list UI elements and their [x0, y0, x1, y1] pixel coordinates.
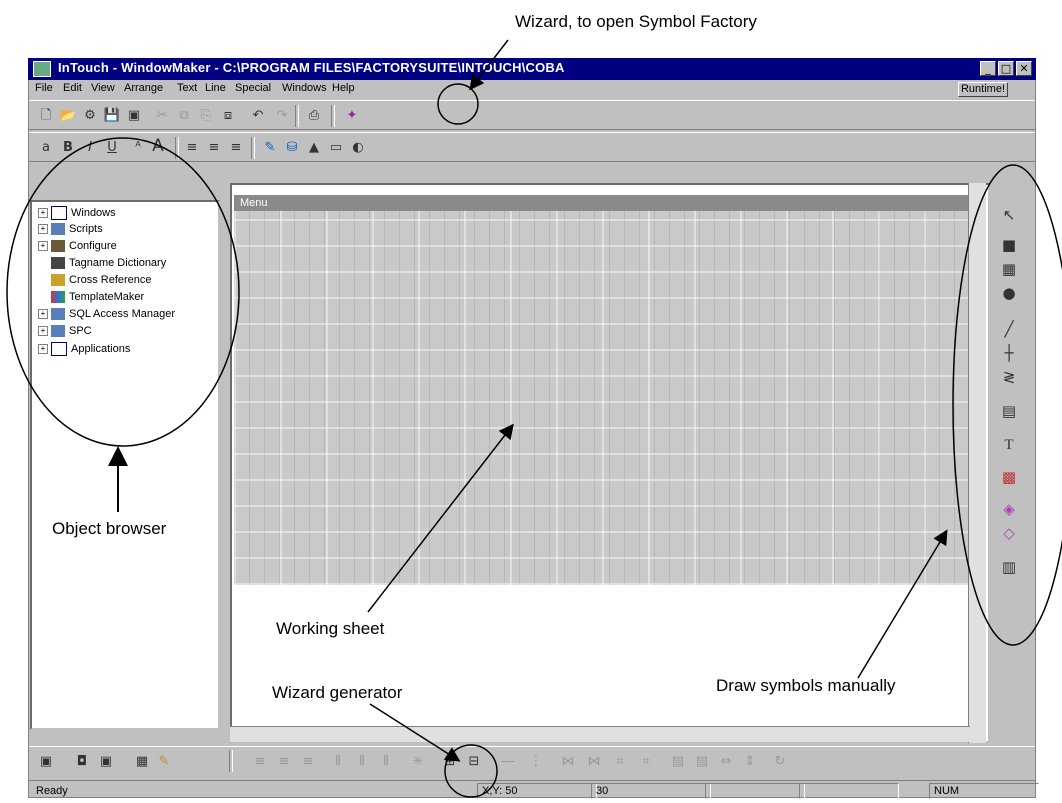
annotation-arrow-draw-symbols	[857, 529, 948, 679]
annotation-ellipse-draw-symbols	[952, 164, 1062, 646]
annotation-draw-symbols: Draw symbols manually	[716, 676, 896, 695]
annotation-arrow-wizard-generator	[369, 703, 461, 762]
annotation-circle-wizard-generator	[444, 744, 498, 798]
annotation-arrow-working-sheet	[367, 423, 514, 613]
annotation-working-sheet: Working sheet	[276, 619, 385, 638]
annotation-ellipse-object-browser	[6, 137, 240, 447]
annotation-overlay	[6, 39, 1062, 798]
annotation-wizard-generator: Wizard generator	[272, 683, 403, 702]
annotation-circle-wizard	[437, 83, 479, 125]
annotation-arrow-wizard	[469, 39, 509, 91]
annotation-object-browser: Object browser	[52, 519, 167, 538]
